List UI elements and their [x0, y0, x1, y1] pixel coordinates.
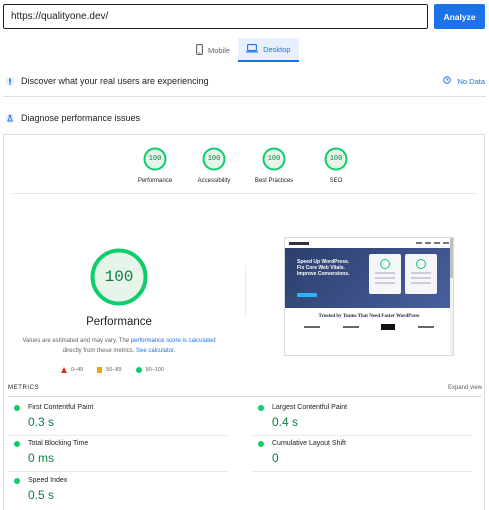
legend-fail: 0–49: [61, 367, 83, 373]
category-gauges: 100 Performance 100 Accessibility 100 Be…: [4, 147, 484, 187]
client-logos: [285, 324, 453, 330]
lab-data-section: Diagnose performance issues: [5, 109, 485, 127]
circle-icon: [135, 367, 142, 373]
laptop-icon: [246, 43, 259, 55]
section-divider: [3, 96, 486, 97]
square-icon: [97, 367, 103, 373]
report-card: 100 Performance 100 Accessibility 100 Be…: [3, 134, 485, 510]
pass-dot-icon: [258, 404, 264, 411]
metric-divider: [8, 471, 228, 472]
device-tabs: Mobile Desktop: [188, 38, 299, 62]
no-data-label: No Data: [457, 76, 485, 86]
score-value: 100: [329, 155, 343, 163]
thumbnail-nav: [285, 238, 453, 248]
gauge-label: Performance: [137, 178, 173, 184]
note-text: directly from these metrics.: [62, 348, 136, 354]
metric-name: Speed Index: [28, 477, 68, 484]
legend-average: 50–89: [97, 367, 122, 373]
field-data-title: Discover what your real users are experi…: [21, 76, 209, 86]
score-ring: 100: [143, 147, 167, 171]
score-value: 100: [148, 155, 162, 163]
gauge-label: Best Practices: [254, 178, 294, 184]
legend-range: 0–49: [71, 367, 84, 373]
metric-cls: Cumulative Layout Shift 0: [252, 440, 472, 465]
triangle-icon: [61, 367, 67, 373]
metrics-divider: [8, 396, 482, 397]
metric-divider: [8, 435, 228, 436]
pass-dot-icon: [258, 440, 264, 447]
metric-name: First Contentful Paint: [28, 404, 94, 411]
gauge-seo[interactable]: 100 SEO: [306, 147, 366, 184]
metric-value: 0: [272, 451, 279, 465]
legend-range: 90–100: [145, 367, 164, 373]
tab-desktop[interactable]: Desktop: [238, 38, 299, 62]
gauge-label: Accessibility: [197, 178, 231, 184]
gauge-label: SEO: [329, 178, 343, 184]
users-icon: [5, 76, 15, 86]
score-value: 100: [207, 155, 221, 163]
metric-value: 0 ms: [28, 451, 55, 465]
metric-value: 0.4 s: [272, 415, 299, 429]
metric-name: Largest Contentful Paint: [272, 404, 348, 411]
phone-icon: [196, 43, 203, 57]
pass-dot-icon: [14, 404, 20, 411]
clock-icon: [443, 76, 452, 86]
gauges-divider: [12, 193, 478, 194]
site-logo: [289, 241, 309, 245]
performance-note: Values are estimated and may vary. The p…: [22, 336, 216, 356]
metrics-label: METRICS: [8, 385, 40, 391]
metric-name: Cumulative Layout Shift: [272, 440, 346, 447]
thumbnail-hero: Speed Up WordPress. Fix Core Web Vitals.…: [285, 248, 453, 308]
legend-pass: 90–100: [135, 367, 164, 373]
score-ring: 100: [262, 147, 286, 171]
url-input[interactable]: [3, 4, 428, 29]
tab-mobile[interactable]: Mobile: [188, 38, 238, 62]
field-data-section: Discover what your real users are experi…: [5, 72, 485, 90]
report-panel: [369, 254, 401, 294]
page-screenshot: Speed Up WordPress. Fix Core Web Vitals.…: [284, 237, 454, 356]
score-ring: 100: [324, 147, 348, 171]
metric-fcp: First Contentful Paint 0.3 s: [8, 404, 228, 429]
metric-speed-index: Speed Index 0.5 s: [8, 477, 228, 502]
performance-title: Performance: [86, 316, 152, 328]
expand-view-toggle[interactable]: Expand view: [448, 385, 482, 391]
performance-score: 100: [104, 268, 134, 286]
score-ring: 100: [202, 147, 226, 171]
tab-mobile-label: Mobile: [208, 45, 231, 55]
score-value: 100: [267, 155, 281, 163]
url-bar: Analyze: [3, 4, 486, 29]
pass-dot-icon: [14, 440, 20, 447]
gauge-accessibility[interactable]: 100 Accessibility: [184, 147, 244, 184]
metric-divider: [252, 435, 472, 436]
no-data-link[interactable]: No Data: [443, 76, 485, 86]
metrics-header: METRICS Expand view: [8, 385, 482, 395]
analyze-button[interactable]: Analyze: [434, 4, 485, 29]
metric-lcp: Largest Contentful Paint 0.4 s: [252, 404, 472, 429]
score-legend: 0–49 50–89 90–100: [61, 365, 191, 375]
metric-divider: [252, 471, 472, 472]
thumbnail-scrollbar: [450, 238, 453, 355]
nav-links: [416, 242, 449, 244]
gauge-performance[interactable]: 100 Performance: [125, 147, 185, 184]
performance-gauge: 100: [90, 248, 148, 306]
legend-range: 50–89: [106, 367, 122, 373]
note-text: Values are estimated and may vary. The: [22, 338, 131, 344]
metric-tbt: Total Blocking Time 0 ms: [8, 440, 228, 465]
lab-data-title: Diagnose performance issues: [21, 113, 141, 123]
hero-headline: Speed Up WordPress. Fix Core Web Vitals.…: [297, 259, 350, 277]
score-calculated-link[interactable]: performance score is calculated: [131, 338, 216, 344]
hero-cta: [297, 293, 317, 297]
report-panel: [405, 254, 437, 294]
see-calculator-link[interactable]: See calculator.: [136, 348, 175, 354]
gauge-best-practices[interactable]: 100 Best Practices: [244, 147, 304, 184]
metric-value: 0.5 s: [28, 488, 55, 502]
metric-name: Total Blocking Time: [28, 440, 89, 447]
flask-icon: [5, 113, 15, 123]
trust-heading: Trusted by Teams That Need Faster WordPr…: [318, 314, 420, 319]
pass-dot-icon: [14, 477, 20, 484]
metric-value: 0.3 s: [28, 415, 55, 429]
tab-desktop-label: Desktop: [263, 44, 291, 54]
vertical-divider: [245, 265, 246, 315]
